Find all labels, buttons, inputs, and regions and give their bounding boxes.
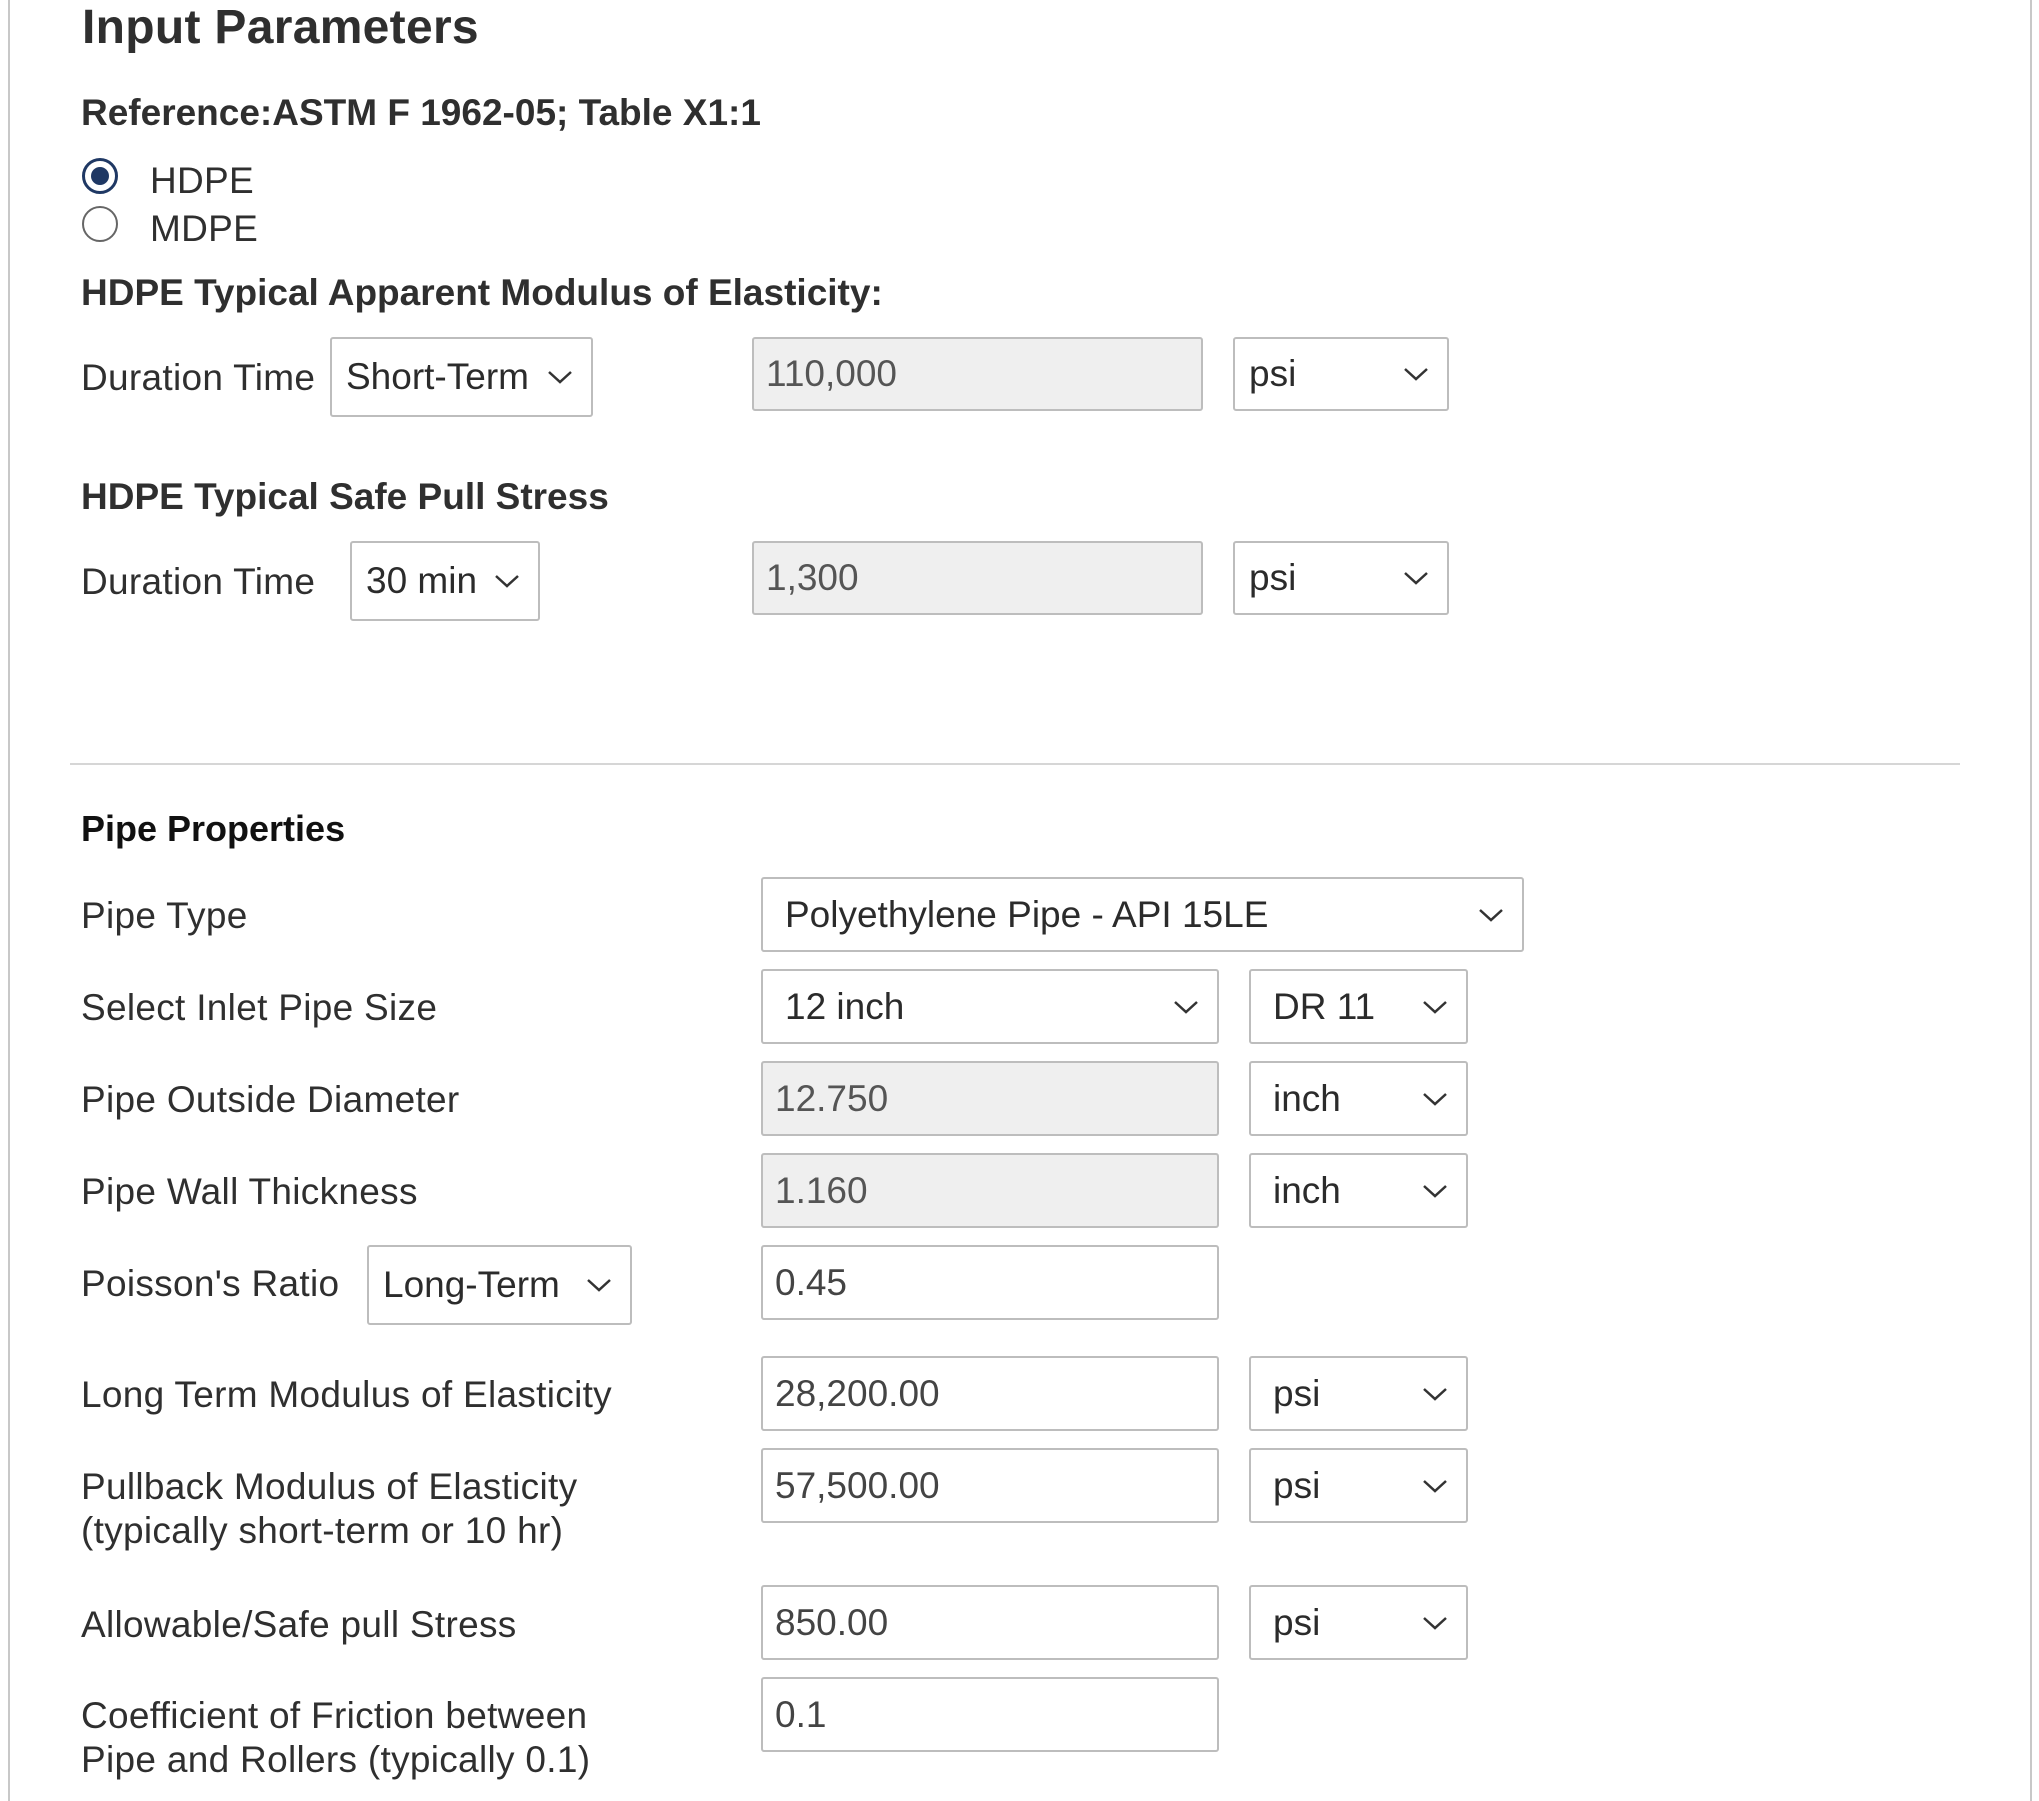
pull-stress-duration-label: Duration Time	[81, 561, 316, 602]
ltm-unit-value: psi	[1273, 1372, 1321, 1414]
allow-unit-select[interactable]: psi	[1249, 1585, 1468, 1660]
poisson-value: 0.45	[775, 1261, 848, 1303]
poisson-term-value: Long-Term	[383, 1264, 560, 1305]
allow-value: 850.00	[775, 1601, 889, 1643]
cof-value-field[interactable]: 0.1	[761, 1677, 1219, 1752]
pipe-wall-label: Pipe Wall Thickness	[81, 1171, 418, 1212]
pipe-dr-select[interactable]: DR 11	[1249, 969, 1468, 1044]
pull-stress-duration-value: 30 min	[366, 560, 478, 601]
radio-mdpe-dot[interactable]	[82, 206, 118, 242]
reference-text: Reference:ASTM F 1962-05; Table X1:1	[81, 92, 761, 133]
radio-mdpe-label[interactable]: MDPE	[150, 208, 258, 250]
modulus-duration-label: Duration Time	[81, 357, 316, 398]
allow-label: Allowable/Safe pull Stress	[81, 1604, 517, 1645]
chevron-down-icon	[1422, 999, 1448, 1015]
pull-stress-value-field[interactable]: 1,300	[752, 541, 1203, 615]
chevron-down-icon	[1422, 1183, 1448, 1199]
pbm-label: Pullback Modulus of Elasticity (typicall…	[81, 1465, 577, 1553]
page-title: Input Parameters	[82, 1, 479, 54]
pbm-value: 57,500.00	[775, 1464, 940, 1506]
pbm-label-line2: (typically short-term or 10 hr)	[81, 1510, 564, 1551]
radio-hdpe-dot[interactable]	[82, 158, 118, 194]
ltm-value: 28,200.00	[775, 1372, 940, 1414]
ltm-unit-select[interactable]: psi	[1249, 1356, 1468, 1431]
pipe-od-label: Pipe Outside Diameter	[81, 1079, 460, 1120]
pbm-value-field[interactable]: 57,500.00	[761, 1448, 1219, 1523]
pipe-type-select[interactable]: Polyethylene Pipe - API 15LE	[761, 877, 1524, 952]
ltm-value-field[interactable]: 28,200.00	[761, 1356, 1219, 1431]
chevron-down-icon	[1403, 366, 1429, 382]
panel-right-border	[2030, 0, 2032, 1801]
pipe-wall-unit-value: inch	[1273, 1169, 1341, 1211]
pipe-od-field[interactable]: 12.750	[761, 1061, 1219, 1136]
poisson-value-field[interactable]: 0.45	[761, 1245, 1219, 1320]
pipe-wall-field[interactable]: 1.160	[761, 1153, 1219, 1228]
allow-value-field[interactable]: 850.00	[761, 1585, 1219, 1660]
allow-unit-value: psi	[1273, 1601, 1321, 1643]
pipe-od-value: 12.750	[775, 1077, 889, 1119]
pbm-label-line1: Pullback Modulus of Elasticity	[81, 1466, 578, 1507]
pipe-dr-value: DR 11	[1273, 985, 1376, 1027]
poisson-label: Poisson's Ratio	[81, 1263, 340, 1304]
pipe-wall-unit-select[interactable]: inch	[1249, 1153, 1468, 1228]
cof-label-line1: Coefficient of Friction between	[81, 1695, 588, 1736]
modulus-value: 110,000	[766, 353, 897, 394]
pull-stress-unit-value: psi	[1249, 557, 1297, 598]
modulus-unit-value: psi	[1249, 353, 1297, 394]
pbm-unit-value: psi	[1273, 1464, 1321, 1506]
chevron-down-icon	[1403, 570, 1429, 586]
pipe-size-label: Select Inlet Pipe Size	[81, 987, 438, 1028]
modulus-duration-select[interactable]: Short-Term	[330, 337, 593, 417]
modulus-duration-value: Short-Term	[346, 356, 529, 397]
modulus-heading: HDPE Typical Apparent Modulus of Elastic…	[81, 272, 883, 313]
pipe-size-select[interactable]: 12 inch	[761, 969, 1219, 1044]
cof-label: Coefficient of Friction between Pipe and…	[81, 1694, 590, 1782]
chevron-down-icon	[1422, 1615, 1448, 1631]
pipe-od-unit-value: inch	[1273, 1077, 1341, 1119]
panel-left-border	[8, 0, 10, 1801]
chevron-down-icon	[1422, 1478, 1448, 1494]
pbm-unit-select[interactable]: psi	[1249, 1448, 1468, 1523]
chevron-down-icon	[1422, 1091, 1448, 1107]
pipe-od-unit-select[interactable]: inch	[1249, 1061, 1468, 1136]
pull-stress-value: 1,300	[766, 557, 859, 598]
modulus-value-field[interactable]: 110,000	[752, 337, 1203, 411]
radio-hdpe-label[interactable]: HDPE	[150, 160, 254, 202]
pull-stress-duration-select[interactable]: 30 min	[350, 541, 540, 621]
pull-stress-heading: HDPE Typical Safe Pull Stress	[81, 476, 609, 517]
modulus-unit-select[interactable]: psi	[1233, 337, 1449, 411]
ltm-label: Long Term Modulus of Elasticity	[81, 1374, 612, 1415]
chevron-down-icon	[1173, 999, 1199, 1015]
pipe-type-label: Pipe Type	[81, 895, 248, 936]
chevron-down-icon	[547, 369, 573, 385]
poisson-term-select[interactable]: Long-Term	[367, 1245, 632, 1325]
pipe-size-value: 12 inch	[785, 985, 905, 1027]
cof-value: 0.1	[775, 1693, 827, 1735]
pipe-properties-heading: Pipe Properties	[81, 808, 346, 849]
cof-label-line2: Pipe and Rollers (typically 0.1)	[81, 1739, 591, 1780]
pipe-type-value: Polyethylene Pipe - API 15LE	[785, 893, 1269, 935]
pull-stress-unit-select[interactable]: psi	[1233, 541, 1449, 615]
chevron-down-icon	[1478, 907, 1504, 923]
pipe-wall-value: 1.160	[775, 1169, 868, 1211]
chevron-down-icon	[586, 1277, 612, 1293]
section-divider	[70, 763, 1960, 765]
chevron-down-icon	[1422, 1386, 1448, 1402]
chevron-down-icon	[494, 573, 520, 589]
